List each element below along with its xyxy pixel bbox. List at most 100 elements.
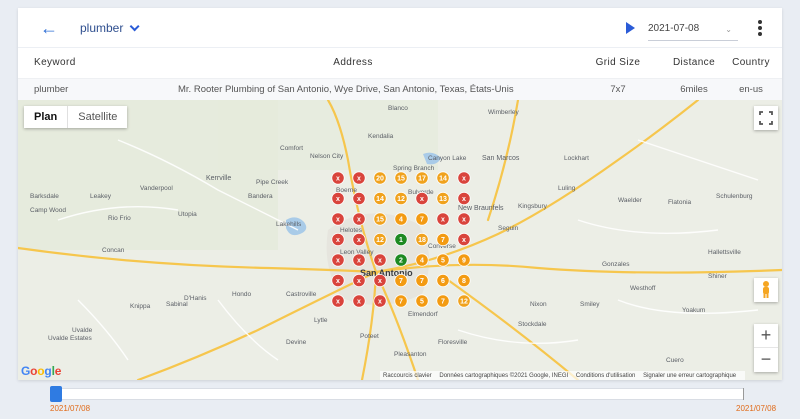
rank-marker-r2-c6[interactable]: 13: [436, 191, 450, 206]
svg-text:18: 18: [418, 237, 426, 244]
svg-text:15: 15: [397, 175, 405, 182]
more-options-icon[interactable]: [754, 18, 766, 38]
rank-marker-r6-c2[interactable]: x: [352, 273, 366, 288]
rank-marker-r4-c2[interactable]: x: [352, 232, 366, 247]
zoom-out-button[interactable]: −: [754, 348, 778, 372]
cell-distance: 6miles: [680, 84, 708, 95]
keyword-dropdown[interactable]: plumber: [80, 21, 140, 35]
column-header-grid-size: Grid Size: [595, 57, 641, 68]
svg-text:12: 12: [397, 196, 405, 203]
rank-marker-r3-c2[interactable]: x: [352, 212, 366, 226]
rank-marker-r7-c7[interactable]: 12: [457, 294, 471, 308]
rank-marker-r1-c5[interactable]: 17: [415, 171, 429, 185]
rank-marker-r2-c5[interactable]: x: [415, 191, 429, 206]
date-value: 2021-07-08: [648, 23, 700, 34]
rank-marker-r5-c5[interactable]: 4: [415, 253, 429, 267]
rank-marker-r5-c3[interactable]: x: [373, 253, 387, 267]
city-label-blanco: Blanco: [388, 105, 408, 112]
city-label-knippa: Knippa: [130, 303, 151, 310]
rank-marker-r6-c5[interactable]: 7: [415, 273, 429, 288]
rank-marker-r4-c1[interactable]: x: [331, 232, 345, 247]
rank-marker-r3-c6[interactable]: x: [436, 212, 450, 226]
svg-text:5: 5: [420, 298, 424, 305]
rank-marker-r7-c6[interactable]: 7: [436, 294, 450, 308]
map-view[interactable]: San Antonio Kerrville New Braunfels San …: [18, 100, 782, 380]
rank-marker-r7-c2[interactable]: x: [352, 294, 366, 308]
svg-text:x: x: [336, 175, 340, 182]
rank-marker-r6-c4[interactable]: 7: [394, 273, 408, 288]
rank-marker-r7-c3[interactable]: x: [373, 294, 387, 308]
rank-marker-r3-c4[interactable]: 4: [394, 212, 408, 226]
svg-text:x: x: [420, 196, 424, 203]
city-label-smiley: Smiley: [580, 301, 600, 308]
keyword-dropdown-label: plumber: [80, 21, 124, 35]
timeline-handle[interactable]: [50, 386, 62, 402]
rank-marker-r4-c6[interactable]: 7: [436, 232, 450, 247]
rank-marker-r2-c2[interactable]: x: [352, 191, 366, 206]
map-type-satellite-button[interactable]: Satellite: [67, 106, 127, 128]
rank-marker-r5-c4[interactable]: 2: [394, 253, 408, 267]
pegman-icon[interactable]: [754, 278, 778, 302]
city-label-floresville: Floresville: [438, 339, 468, 346]
rank-marker-r7-c4[interactable]: 7: [394, 294, 408, 308]
rank-marker-r1-c2[interactable]: x: [352, 171, 366, 185]
map-canvas[interactable]: San Antonio Kerrville New Braunfels San …: [18, 100, 782, 380]
city-label-nelson-city: Nelson City: [310, 153, 344, 160]
city-label-utopia: Utopia: [178, 211, 197, 218]
rank-tracker-card: ← plumber 2021-07-08 ⌄ Keyword Address G…: [18, 8, 782, 380]
rank-marker-r7-c1[interactable]: x: [331, 294, 345, 308]
rank-marker-r4-c3[interactable]: 12: [373, 232, 387, 247]
rank-marker-r5-c2[interactable]: x: [352, 253, 366, 267]
rank-marker-r2-c4[interactable]: 12: [394, 191, 408, 206]
timeline-track[interactable]: [56, 388, 744, 400]
rank-marker-r4-c7[interactable]: x: [457, 232, 471, 247]
report-error-link[interactable]: Signaler une erreur cartographique: [643, 373, 736, 379]
rank-marker-r6-c1[interactable]: x: [331, 273, 345, 288]
column-header-address: Address: [333, 57, 373, 68]
rank-marker-r7-c5[interactable]: 5: [415, 294, 429, 308]
timeline-start-label: 2021/07/08: [50, 404, 91, 413]
rank-marker-r6-c7[interactable]: 8: [457, 273, 471, 288]
rank-marker-r2-c7[interactable]: x: [457, 191, 471, 206]
svg-text:x: x: [357, 175, 361, 182]
back-arrow-icon[interactable]: ←: [40, 18, 58, 39]
rank-marker-r1-c7[interactable]: x: [457, 171, 471, 185]
rank-marker-r4-c5[interactable]: 18: [415, 232, 429, 247]
svg-text:x: x: [357, 278, 361, 285]
rank-marker-r4-c4[interactable]: 1: [394, 232, 408, 247]
svg-text:x: x: [336, 278, 340, 285]
date-dropdown[interactable]: 2021-07-08 ⌄: [648, 19, 738, 41]
rank-marker-r1-c6[interactable]: 14: [436, 171, 450, 185]
svg-text:x: x: [357, 196, 361, 203]
rank-marker-r3-c1[interactable]: x: [331, 212, 345, 226]
terms-link[interactable]: Conditions d'utilisation: [576, 373, 636, 379]
table-row: plumber Mr. Rooter Plumbing of San Anton…: [18, 78, 782, 100]
rank-marker-r5-c7[interactable]: 9: [457, 253, 471, 267]
rank-marker-r3-c7[interactable]: x: [457, 212, 471, 226]
fullscreen-icon[interactable]: [754, 106, 778, 130]
map-type-plan-button[interactable]: Plan: [24, 106, 67, 128]
rank-marker-r3-c3[interactable]: 15: [373, 212, 387, 226]
city-label-vanderpool: Vanderpool: [140, 185, 173, 192]
rank-marker-r1-c1[interactable]: x: [331, 171, 345, 185]
timeline-end-marker: [743, 388, 744, 400]
rank-marker-r6-c3[interactable]: x: [373, 273, 387, 288]
rank-marker-r2-c1[interactable]: x: [331, 191, 345, 206]
rank-marker-r1-c4[interactable]: 15: [394, 171, 408, 185]
rank-marker-r3-c5[interactable]: 7: [415, 212, 429, 226]
play-icon[interactable]: [626, 22, 635, 34]
city-label-leakey: Leakey: [90, 193, 112, 200]
rank-marker-r1-c3[interactable]: 20: [373, 171, 387, 185]
rank-marker-r5-c6[interactable]: 5: [436, 253, 450, 267]
rank-marker-r6-c6[interactable]: 6: [436, 273, 450, 288]
svg-text:17: 17: [418, 175, 426, 182]
keyboard-shortcuts-link[interactable]: Raccourcis clavier: [383, 373, 432, 379]
city-label-gonzales: Gonzales: [602, 261, 630, 268]
city-label-wimberley: Wimberley: [488, 109, 519, 116]
city-label-spring-branch: Spring Branch: [393, 165, 435, 172]
rank-marker-r5-c1[interactable]: x: [331, 253, 345, 267]
zoom-in-button[interactable]: +: [754, 324, 778, 348]
svg-text:8: 8: [462, 278, 466, 285]
svg-text:7: 7: [441, 298, 445, 305]
rank-marker-r2-c3[interactable]: 14: [373, 191, 387, 206]
